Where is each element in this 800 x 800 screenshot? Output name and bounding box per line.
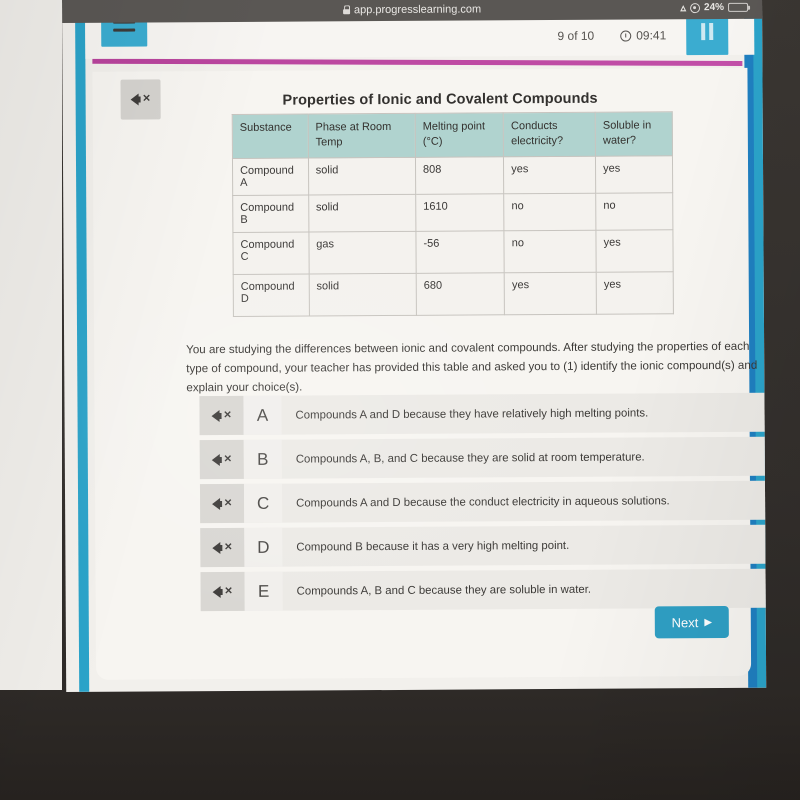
speaker-mute-icon: ✕ (212, 585, 233, 598)
answer-option-a[interactable]: ✕ A Compounds A and D because they have … (199, 392, 767, 436)
option-letter: B (243, 439, 282, 479)
table-row: Compound B solid 1610 no no (232, 192, 673, 233)
answer-option-e[interactable]: ✕ E Compounds A, B and C because they ar… (200, 568, 767, 612)
next-button[interactable]: Next ▶ (654, 605, 729, 639)
cell-conducts: yes (504, 272, 597, 315)
option-speaker-mute-icon[interactable]: ✕ (200, 527, 245, 568)
cell-conducts: no (504, 230, 597, 273)
cell-conducts: yes (503, 156, 596, 194)
cell-soluble: yes (596, 271, 674, 315)
cell-melting-point: 1610 (415, 193, 505, 232)
cell-melting-point: -56 (415, 230, 505, 274)
cell-melting-point: 808 (415, 156, 504, 195)
option-text: Compounds A and D because the conduct el… (296, 494, 670, 510)
cell-soluble: no (595, 192, 673, 231)
table-row: Compound C gas -56 no yes (232, 229, 674, 275)
option-letter: D (244, 527, 283, 567)
cell-substance: Compound A (232, 157, 309, 196)
option-text: Compound B because it has a very high me… (296, 539, 570, 554)
screen-left-margin (0, 0, 62, 690)
column-header-melting-point: Melting point (°C) (415, 112, 504, 158)
cell-conducts: no (503, 193, 597, 231)
table-row: Compound D solid 680 yes yes (233, 271, 674, 317)
question-progress-label: 9 of 10 (557, 28, 595, 43)
option-letter: C (243, 483, 283, 523)
next-button-label: Next (671, 614, 699, 630)
url-text: app.progresslearning.com (353, 2, 482, 16)
option-speaker-mute-icon[interactable]: ✕ (199, 439, 244, 480)
question-prompt: You are studying the differences between… (186, 339, 758, 394)
column-header-soluble: Soluble in water? (595, 111, 673, 157)
table-header-row: Substance Phase at Room Temp Melting poi… (232, 111, 673, 159)
cell-soluble: yes (596, 229, 674, 273)
speaker-mute-icon: ✕ (211, 453, 232, 466)
option-text: Compounds A, B and C because they are so… (296, 583, 592, 598)
cell-substance: Compound C (232, 231, 309, 275)
answer-options-list: ✕ A Compounds A and D because they have … (199, 392, 767, 617)
chevron-right-icon: ▶ (704, 616, 713, 628)
column-header-phase: Phase at Room Temp (307, 113, 416, 158)
quiz-progress-fill (92, 58, 743, 66)
quiz-meta: 9 of 10 09:41 (557, 28, 666, 43)
option-speaker-mute-icon[interactable]: ✕ (199, 483, 245, 524)
answer-option-c[interactable]: ✕ C Compounds A and D because the conduc… (199, 480, 767, 524)
timer: 09:41 (620, 28, 666, 42)
cell-melting-point: 680 (416, 272, 505, 316)
lock-icon (343, 5, 350, 14)
battery-icon (728, 2, 749, 13)
option-speaker-mute-icon[interactable]: ✕ (200, 571, 245, 612)
speaker-mute-icon: ✕ (212, 541, 233, 554)
photo-bottom-edge (0, 690, 800, 800)
speaker-mute-icon: ✕ (211, 497, 232, 510)
properties-table: Substance Phase at Room Temp Melting poi… (231, 111, 674, 317)
option-text: Compounds A and D because they have rela… (295, 406, 649, 422)
status-indicators: ▵ 24% (680, 0, 749, 19)
cell-soluble: yes (595, 155, 673, 194)
battery-percent-label: 24% (704, 1, 725, 14)
option-letter: E (244, 571, 283, 611)
clock-icon (620, 30, 632, 42)
answer-option-b[interactable]: ✕ B Compounds A, B, and C because they a… (199, 436, 767, 480)
cell-phase: gas (308, 231, 417, 274)
quiz-progress-bar (92, 58, 743, 66)
cell-phase: solid (308, 273, 417, 316)
option-letter: A (243, 395, 282, 435)
table-title: Properties of Ionic and Covalent Compoun… (282, 90, 598, 109)
cell-phase: solid (308, 194, 416, 232)
cell-substance: Compound B (232, 194, 309, 233)
option-text: Compounds A, B, and C because they are s… (295, 450, 645, 466)
option-speaker-mute-icon[interactable]: ✕ (199, 395, 244, 436)
cell-phase: solid (308, 157, 416, 195)
table-row: Compound A solid 808 yes yes (232, 155, 673, 196)
wifi-icon: ▵ (680, 2, 687, 15)
address-bar[interactable]: app.progresslearning.com (343, 3, 481, 16)
speaker-mute-icon: ✕ (211, 409, 232, 422)
timer-label: 09:41 (636, 28, 667, 43)
app-left-accent-band (74, 0, 90, 692)
column-header-conducts: Conducts electricity? (503, 112, 596, 157)
app-top-bar: 9 of 10 09:41 (85, 4, 755, 59)
answer-option-d[interactable]: ✕ D Compound B because it has a very hig… (200, 524, 767, 568)
question-card: ✕ Properties of Ionic and Covalent Compo… (92, 67, 767, 680)
cell-substance: Compound D (233, 273, 310, 317)
column-header-substance: Substance (232, 114, 309, 159)
tablet-screen: app.progresslearning.com ▵ 24% 9 of 10 0… (62, 0, 767, 692)
location-icon (690, 2, 701, 13)
